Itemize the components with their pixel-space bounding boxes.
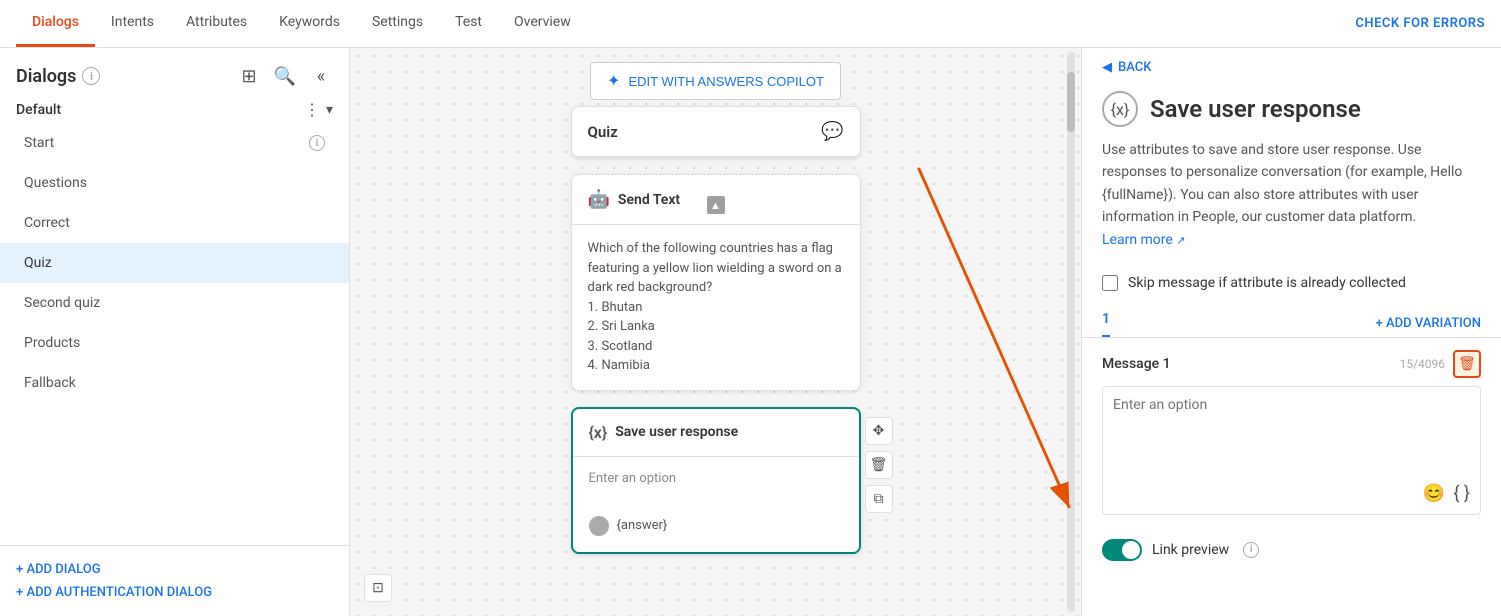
move-icon[interactable]: ✥ [865, 417, 893, 445]
copy-icon[interactable]: ⧉ [865, 485, 893, 513]
search-icon[interactable]: 🔍 [273, 64, 297, 88]
toggle-thumb [1122, 541, 1140, 559]
sidebar-item-questions[interactable]: Questions [0, 163, 349, 203]
sidebar-item-second-quiz[interactable]: Second quiz [0, 283, 349, 323]
tab-keywords[interactable]: Keywords [263, 0, 356, 47]
panel-title-row: {x} Save user response [1082, 87, 1501, 139]
trash-icon[interactable]: 🗑 [865, 451, 893, 479]
save-user-icon: {x} [589, 423, 608, 442]
save-user-card[interactable]: {x} Save user response Enter an option {… [571, 407, 861, 554]
top-nav: Dialogs Intents Attributes Keywords Sett… [0, 0, 1501, 48]
add-auth-dialog-link[interactable]: + ADD AUTHENTICATION DIALOG [16, 581, 333, 604]
send-text-icon: 🤖 [588, 189, 610, 210]
section-actions: ⋮ ▾ [304, 100, 333, 119]
skip-message-section: Skip message if attribute is already col… [1082, 267, 1501, 299]
learn-more-link[interactable]: Learn more ↗ [1102, 232, 1186, 248]
scroll-thumb [1067, 72, 1075, 132]
answer-chip: {answer} [573, 508, 859, 544]
skip-message-label: Skip message if attribute is already col… [1128, 275, 1406, 291]
sidebar: Dialogs i ⊞ 🔍 « Default ⋮ ▾ Start i [0, 48, 350, 616]
textarea-actions: 😊 { } [1113, 477, 1470, 504]
delete-message-button[interactable]: 🗑 [1453, 350, 1481, 378]
link-preview-toggle[interactable] [1102, 539, 1142, 561]
save-user-header: {x} Save user response [573, 409, 859, 457]
message-header: Message 1 15/4096 🗑 [1102, 350, 1481, 378]
sidebar-item-fallback[interactable]: Fallback [0, 363, 349, 403]
message-textarea[interactable] [1113, 397, 1470, 477]
chevron-down-icon[interactable]: ▾ [326, 102, 333, 118]
collapse-icon[interactable]: « [309, 64, 333, 88]
back-button[interactable]: ◀ BACK [1082, 48, 1501, 87]
variation-tab-1[interactable]: 1 [1102, 311, 1110, 337]
sidebar-header-icons: ⊞ 🔍 « [237, 64, 333, 88]
tab-intents[interactable]: Intents [95, 0, 170, 47]
sidebar-footer: + ADD DIALOG + ADD AUTHENTICATION DIALOG [0, 545, 349, 616]
tab-settings[interactable]: Settings [356, 0, 439, 47]
more-icon[interactable]: ⋮ [304, 100, 320, 119]
variable-icon[interactable]: { } [1453, 483, 1470, 504]
sidebar-header: Dialogs i ⊞ 🔍 « [0, 48, 349, 96]
section-label: Default [16, 102, 61, 118]
panel-title: Save user response [1150, 95, 1361, 123]
canvas: ▲ ✦ EDIT WITH ANSWERS COPILOT Quiz 💬 🤖 [350, 48, 1081, 616]
sidebar-section-default: Default ⋮ ▾ [0, 96, 349, 123]
save-user-body: Enter an option [573, 457, 859, 500]
start-info-icon: i [309, 135, 325, 151]
grid-icon[interactable]: ⊞ [237, 64, 261, 88]
add-variation-button[interactable]: + ADD VARIATION [1376, 316, 1481, 331]
sidebar-item-start[interactable]: Start i [0, 123, 349, 163]
tab-overview[interactable]: Overview [498, 0, 587, 47]
message-meta: 15/4096 🗑 [1400, 350, 1481, 378]
info-icon: i [82, 67, 100, 85]
tab-dialogs[interactable]: Dialogs [16, 0, 95, 47]
right-panel: ◀ BACK {x} Save user response Use attrib… [1081, 48, 1501, 616]
card-action-icons: ✥ 🗑 ⧉ [865, 417, 893, 513]
sidebar-items: Start i Questions Correct Quiz Second qu… [0, 123, 349, 545]
external-link-icon: ↗ [1176, 234, 1185, 247]
add-dialog-link[interactable]: + ADD DIALOG [16, 558, 333, 581]
canvas-scroll-up[interactable]: ▲ [707, 196, 725, 214]
main-layout: Dialogs i ⊞ 🔍 « Default ⋮ ▾ Start i [0, 48, 1501, 616]
sidebar-title: Dialogs i [16, 66, 100, 87]
message-section: Message 1 15/4096 🗑 😊 { } [1082, 338, 1501, 527]
tab-test[interactable]: Test [439, 0, 498, 47]
message-textarea-wrapper: 😊 { } [1102, 386, 1481, 515]
edit-copilot-button[interactable]: ✦ EDIT WITH ANSWERS COPILOT [590, 62, 841, 100]
check-errors-button[interactable]: CHECK FOR ERRORS [1355, 16, 1485, 31]
message-label: Message 1 [1102, 356, 1171, 372]
back-chevron-icon: ◀ [1102, 60, 1112, 75]
chat-icon: 💬 [821, 121, 843, 142]
skip-message-row: Skip message if attribute is already col… [1102, 267, 1481, 299]
variation-tabs: 1 + ADD VARIATION [1082, 299, 1501, 338]
focus-icon[interactable]: ⊡ [364, 574, 392, 602]
sidebar-item-quiz[interactable]: Quiz [0, 243, 349, 283]
sidebar-item-correct[interactable]: Correct [0, 203, 349, 243]
link-preview-info-icon: i [1243, 542, 1259, 558]
canvas-content: Quiz 💬 🤖 Send Text Which of the followin… [350, 106, 1081, 554]
canvas-scrollbar[interactable] [1069, 48, 1079, 616]
save-user-panel-icon: {x} [1102, 91, 1138, 127]
quiz-card-header: Quiz 💬 [572, 107, 860, 157]
link-preview-row: Link preview i [1082, 527, 1501, 573]
canvas-top-bar: ✦ EDIT WITH ANSWERS COPILOT [350, 48, 1081, 114]
copilot-icon: ✦ [607, 71, 620, 91]
quiz-card: Quiz 💬 [571, 106, 861, 158]
link-preview-label: Link preview [1152, 542, 1229, 558]
send-text-body: Which of the following countries has a f… [572, 225, 860, 390]
skip-message-checkbox[interactable] [1102, 275, 1118, 291]
panel-description: Use attributes to save and store user re… [1082, 139, 1501, 267]
nav-tabs: Dialogs Intents Attributes Keywords Sett… [16, 0, 587, 47]
scroll-track [1067, 52, 1075, 612]
tab-attributes[interactable]: Attributes [170, 0, 263, 47]
sidebar-item-products[interactable]: Products [0, 323, 349, 363]
trash-btn-icon: 🗑 [1458, 356, 1476, 372]
char-count: 15/4096 [1400, 357, 1445, 371]
emoji-icon[interactable]: 😊 [1423, 483, 1445, 504]
answer-dot [589, 516, 609, 536]
